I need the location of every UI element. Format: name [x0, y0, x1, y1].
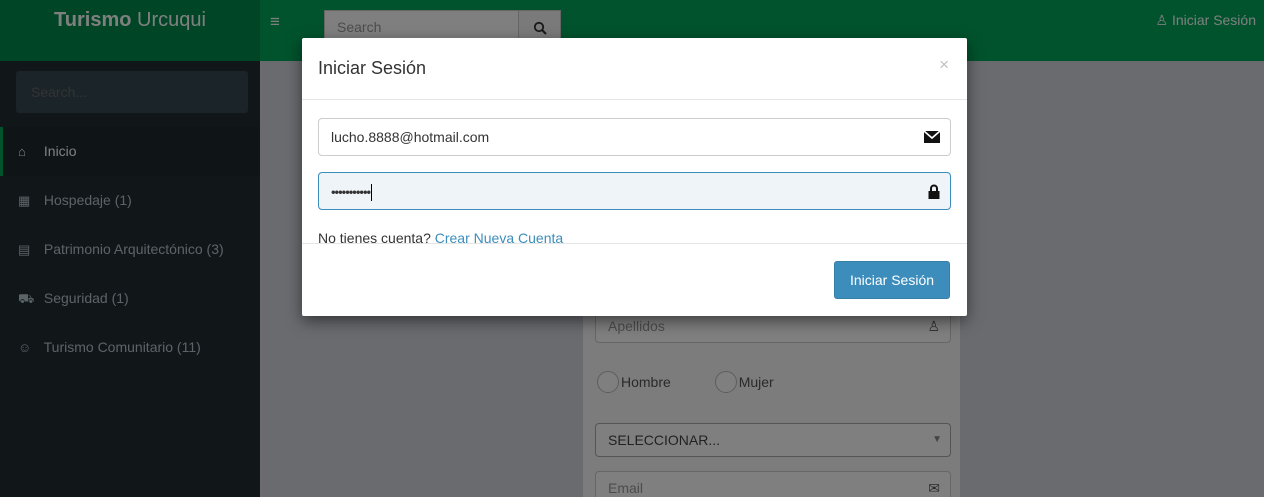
text-cursor	[371, 183, 373, 201]
login-submit-button[interactable]: Iniciar Sesión	[834, 261, 950, 299]
modal-title: Iniciar Sesión	[318, 58, 427, 78]
envelope-icon	[923, 119, 941, 155]
lock-icon	[928, 173, 940, 209]
login-modal: Iniciar Sesión × lucho.8888@hotmail.com …	[302, 38, 967, 316]
email-field[interactable]: lucho.8888@hotmail.com	[318, 118, 951, 156]
email-value: lucho.8888@hotmail.com	[331, 129, 490, 145]
password-value: •••••••••••	[331, 184, 371, 200]
close-icon[interactable]: ×	[939, 55, 949, 75]
modal-header: Iniciar Sesión ×	[302, 38, 967, 100]
password-field[interactable]: •••••••••••	[318, 172, 951, 210]
